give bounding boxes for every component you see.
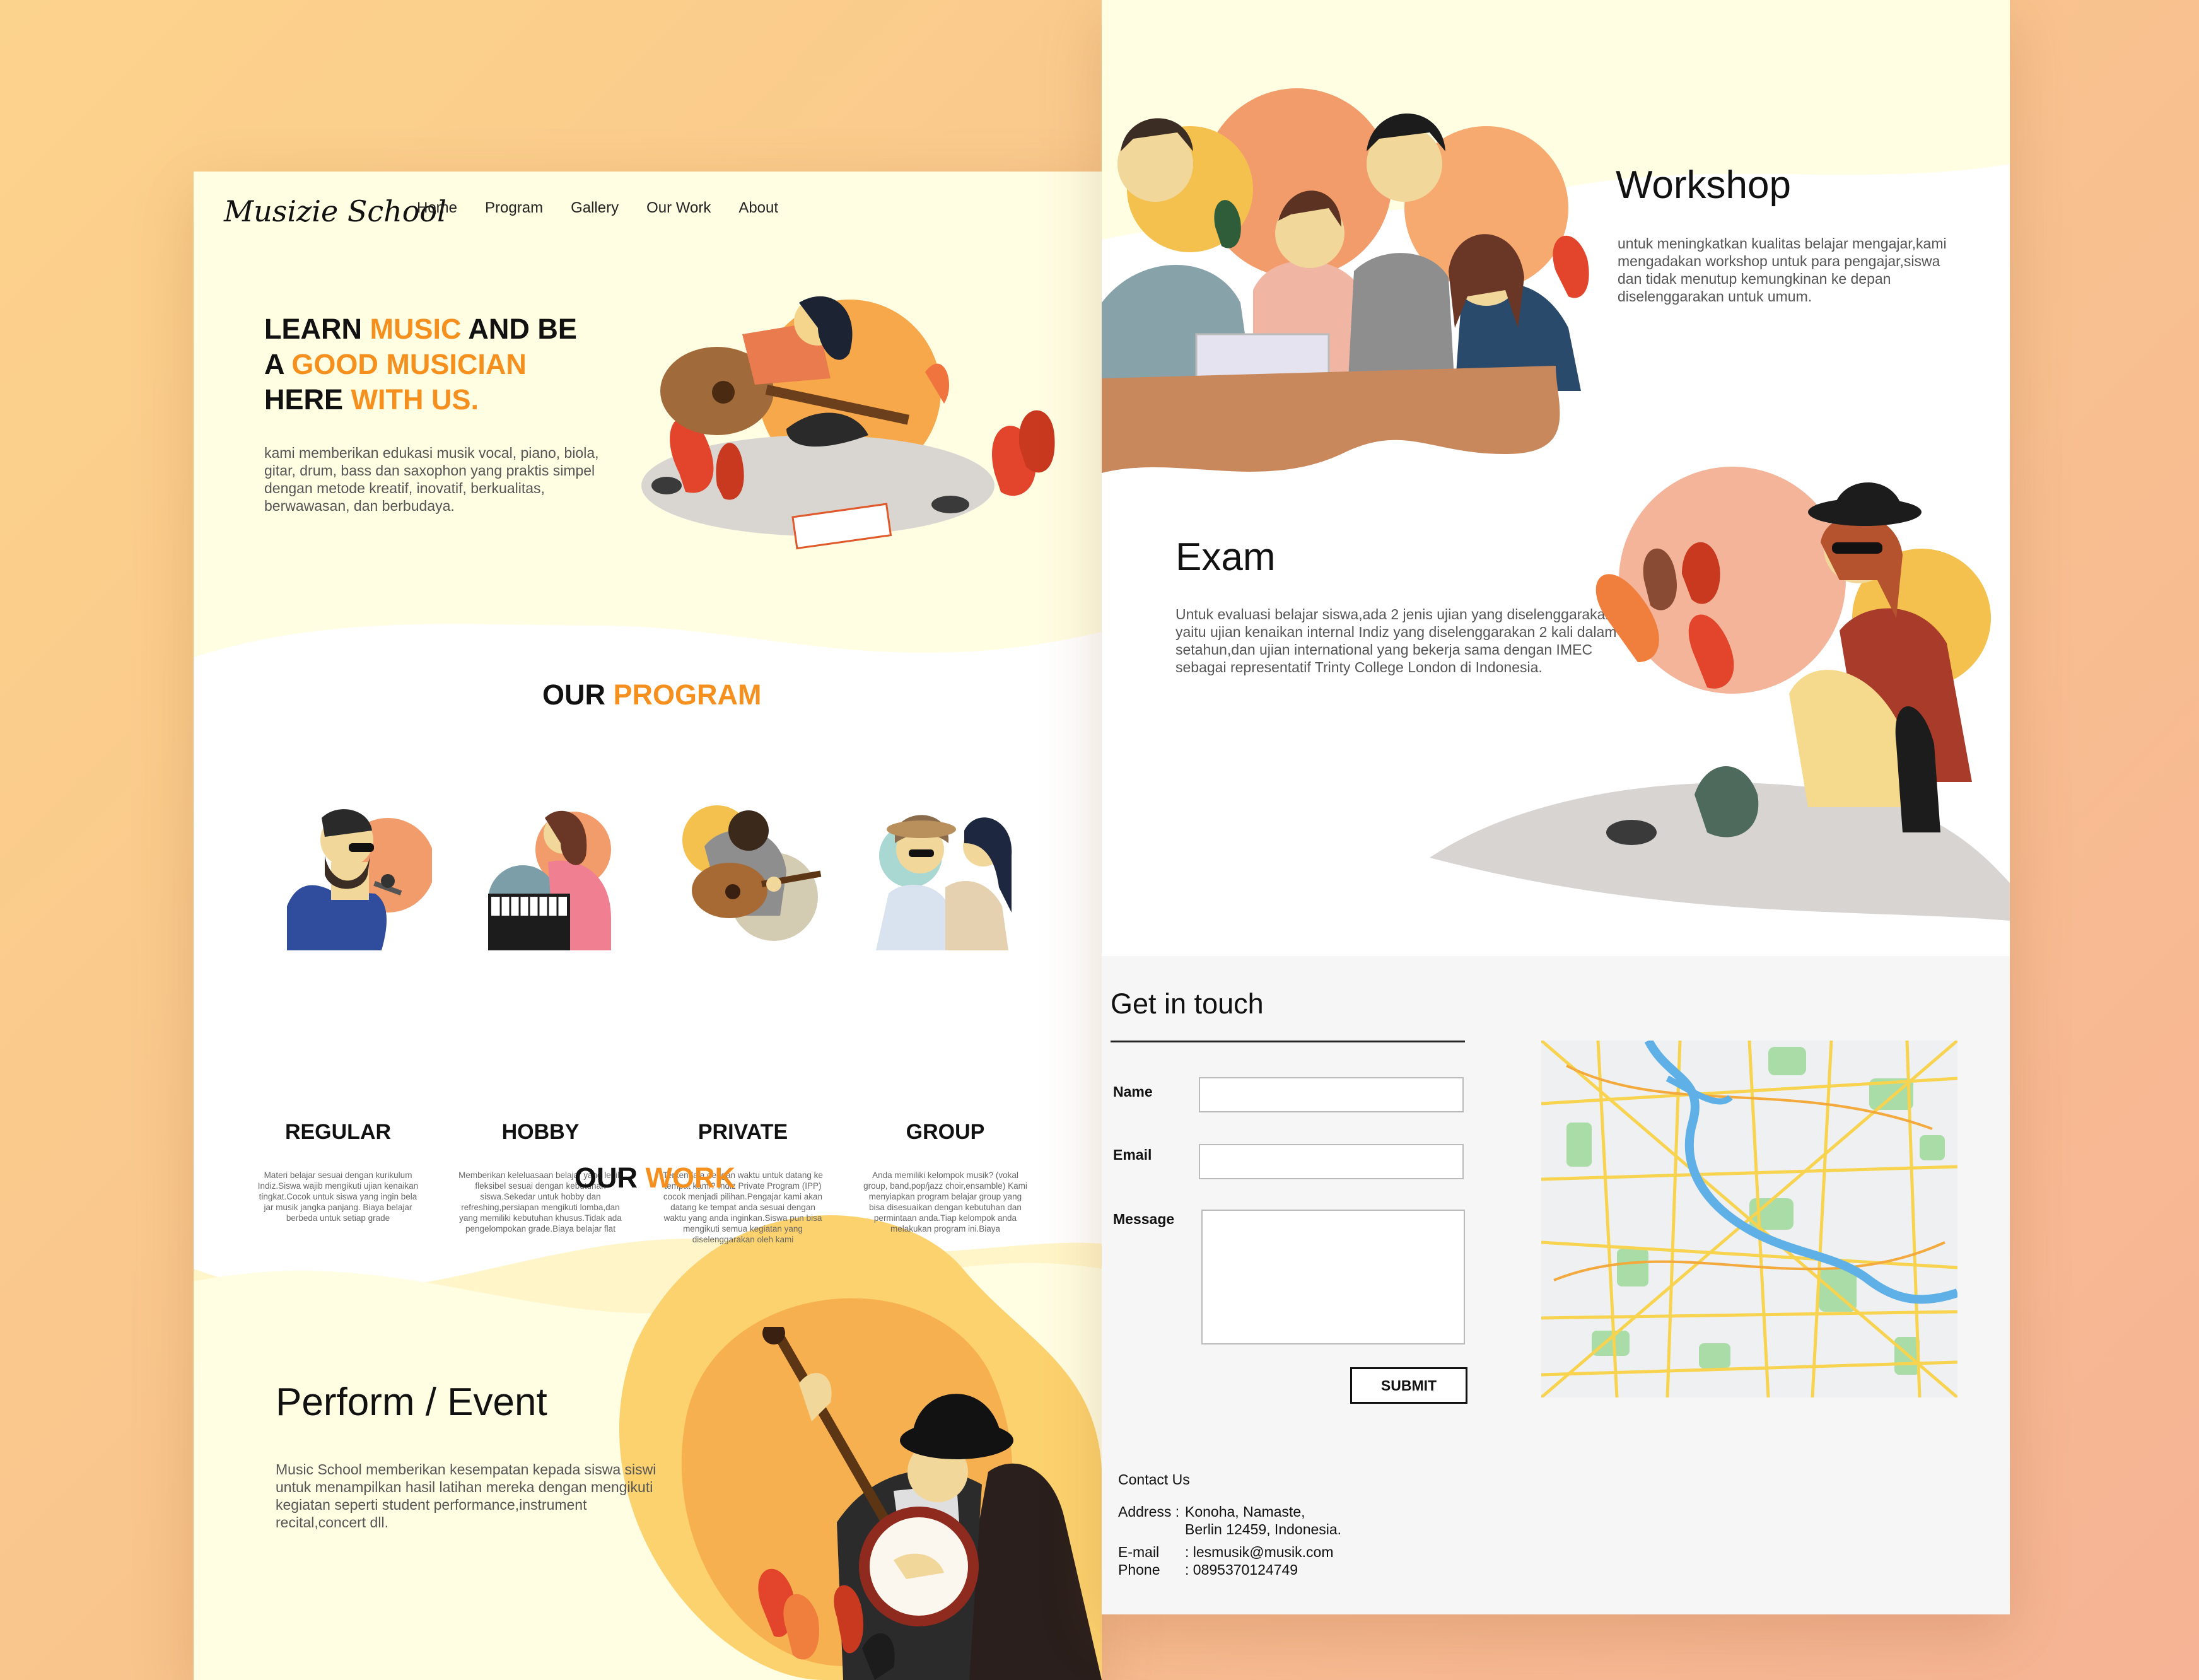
nav-program[interactable]: Program [485,199,543,217]
perform-event-title: Perform / Event [276,1380,547,1424]
program-hobby-illustration [488,810,611,950]
program-group-label[interactable]: GROUP [851,1120,1040,1145]
name-input[interactable] [1199,1077,1464,1112]
exam-title: Exam [1175,535,1276,579]
contact-address-line2: Berlin 12459, Indonesia. [1185,1521,1342,1537]
program-group-desc: Anda memiliki kelompok musik? (vokal gro… [863,1170,1027,1234]
program-regular-illustration [287,809,432,950]
exam-illustration [1595,467,1991,845]
landing-page-right: Workshop untuk meningkatkan kualitas bel… [1102,0,2010,1614]
banjo-player-illustration [758,1327,1102,1680]
hero-title: LEARN MUSIC AND BE A GOOD MUSICIAN HERE … [264,313,577,416]
hero-description: kami memberikan edukasi musik vocal, pia… [264,445,599,514]
email-label: Email [1113,1146,1152,1163]
nav-our-work[interactable]: Our Work [646,199,711,217]
work-section-title: OUR WORK [575,1162,735,1194]
program-private-label[interactable]: PRIVATE [648,1120,837,1145]
brand-logo[interactable]: Musizie School [224,194,446,228]
nav-home[interactable]: Home [417,199,457,217]
workshop-title: Workshop [1616,163,1791,207]
contact-email: E-mail: lesmusik@musik.com [1118,1544,1334,1560]
contact-address: Address : Konoha, Namaste, [1118,1503,1305,1520]
workshop-illustration [1102,88,1589,473]
program-regular-desc: Materi belajar sesuai dengan kurikulum I… [257,1170,419,1223]
contact-phone: Phone: 0895370124749 [1118,1561,1298,1578]
email-input[interactable] [1199,1144,1464,1179]
contact-divider [1111,1041,1465,1042]
program-hobby-label[interactable]: HOBBY [446,1120,635,1145]
contact-us-heading: Contact Us [1118,1471,1190,1488]
program-group-illustration [876,815,1012,950]
name-label: Name [1113,1083,1153,1100]
message-textarea[interactable] [1201,1210,1465,1345]
program-section-title: OUR PROGRAM [542,679,762,711]
landing-page-left: Musizie School Home Program Gallery Our … [194,172,1102,1680]
guitarist-illustration [641,296,1055,550]
exam-desc: Untuk evaluasi belajar siswa,ada 2 jenis… [1175,606,1617,675]
message-label: Message [1113,1211,1175,1227]
nav-about[interactable]: About [738,199,778,217]
program-private-illustration [682,805,822,941]
program-regular-label[interactable]: REGULAR [243,1120,433,1145]
contact-title: Get in touch [1111,988,1264,1020]
nav-gallery[interactable]: Gallery [571,199,619,217]
submit-button[interactable]: SUBMIT [1350,1367,1467,1404]
location-map[interactable] [1541,1041,1957,1397]
workshop-desc: untuk meningkatkan kualitas belajar meng… [1618,235,1947,305]
main-nav: Home Program Gallery Our Work About [417,199,778,217]
perform-event-desc: Music School memberikan kesempatan kepad… [276,1461,656,1531]
